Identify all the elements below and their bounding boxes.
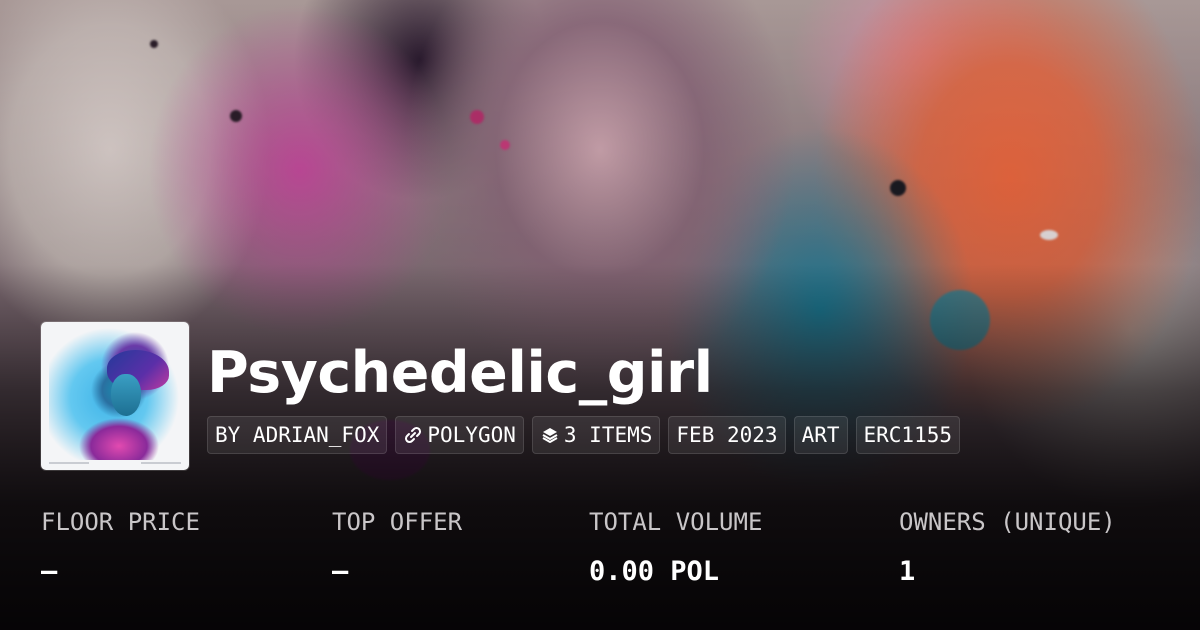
stat-total-volume: TOTAL VOLUME 0.00 POL <box>589 505 762 589</box>
stat-label: TOP OFFER <box>332 508 463 536</box>
link-chain-icon <box>403 425 423 445</box>
stat-label: OWNERS (UNIQUE) <box>899 508 1116 536</box>
badge-label: POLYGON <box>427 423 516 447</box>
stat-value: – <box>332 556 349 587</box>
layers-icon <box>540 425 560 445</box>
badge-label: FEB 2023 <box>676 423 778 447</box>
collection-preview-card: Psychedelic_girl BY ADRIAN_FOX POLYGON 3… <box>0 0 1200 630</box>
collection-avatar[interactable] <box>41 322 189 470</box>
collection-badges: BY ADRIAN_FOX POLYGON 3 ITEMS FEB 2023 A… <box>207 416 961 454</box>
stat-floor-price: FLOOR PRICE – <box>41 505 200 589</box>
badge-created-date[interactable]: FEB 2023 <box>668 416 786 454</box>
badge-label: ART <box>801 423 840 447</box>
badge-category[interactable]: ART <box>793 416 848 454</box>
stat-value: 1 <box>899 556 916 587</box>
badge-token-standard[interactable]: ERC1155 <box>855 416 961 454</box>
badge-items[interactable]: 3 ITEMS <box>531 416 661 454</box>
badge-creator[interactable]: BY ADRIAN_FOX <box>207 416 388 454</box>
stat-owners: OWNERS (UNIQUE) 1 <box>899 505 1116 589</box>
stat-label: FLOOR PRICE <box>41 508 200 536</box>
badge-label: 3 ITEMS <box>563 423 653 447</box>
stat-label: TOTAL VOLUME <box>589 508 763 536</box>
avatar-caption <box>49 462 181 466</box>
avatar-face <box>111 374 141 416</box>
badge-label: ERC1155 <box>863 423 953 447</box>
stat-value: 0.00 POL <box>589 556 720 587</box>
collection-title: Psychedelic_girl <box>207 340 713 406</box>
badge-label: BY ADRIAN_FOX <box>215 423 380 447</box>
stat-value: – <box>41 556 58 587</box>
badge-chain[interactable]: POLYGON <box>395 416 524 454</box>
stat-top-offer: TOP OFFER – <box>332 505 462 589</box>
avatar-artwork <box>49 328 181 460</box>
